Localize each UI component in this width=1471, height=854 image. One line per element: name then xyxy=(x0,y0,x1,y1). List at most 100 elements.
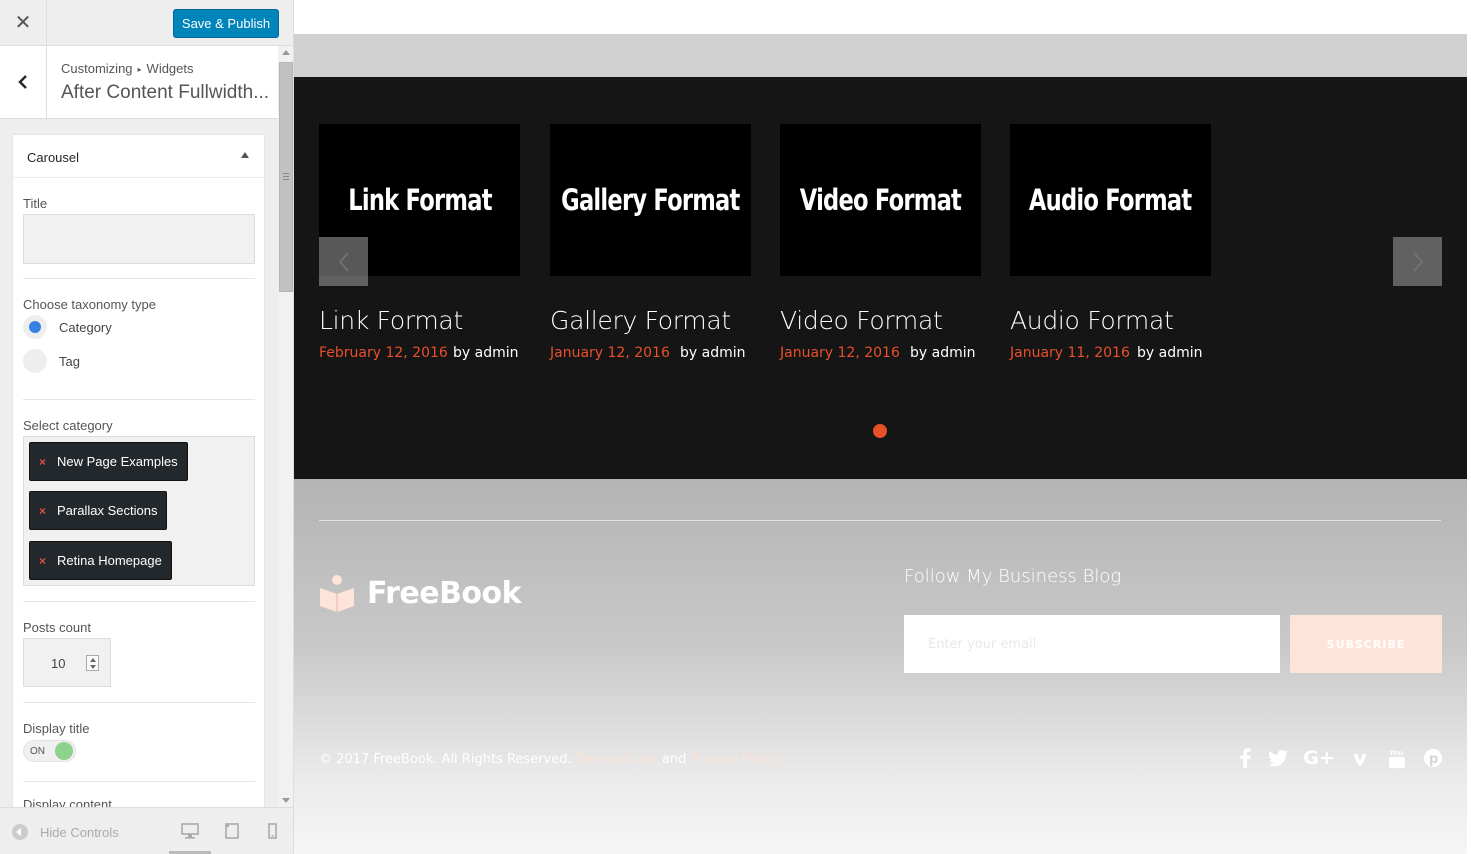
remove-icon[interactable]: × xyxy=(39,504,46,518)
facebook-icon[interactable] xyxy=(1234,747,1256,769)
carousel-next-button[interactable] xyxy=(1393,237,1442,286)
close-icon: ✕ xyxy=(14,12,32,34)
and-text: and xyxy=(661,752,687,767)
post-thumbnail[interactable]: Audio Format xyxy=(1010,124,1211,276)
post-author[interactable]: by admin xyxy=(1137,345,1203,361)
customizer-header: ✕ Save & Publish xyxy=(0,0,293,46)
remove-icon[interactable]: × xyxy=(39,455,46,469)
carousel-card[interactable]: Video Format Video Format January 12, 20… xyxy=(780,124,981,361)
email-input[interactable]: Enter your email xyxy=(904,615,1280,673)
post-meta: January 12, 2016 by admin xyxy=(780,345,981,361)
chip-label: Parallax Sections xyxy=(57,503,158,518)
vimeo-icon[interactable]: v xyxy=(1349,746,1371,770)
chip-label: New Page Examples xyxy=(57,454,178,469)
terms-link[interactable]: Terms of use xyxy=(576,752,658,767)
post-date[interactable]: January 12, 2016 xyxy=(550,345,670,361)
chevron-left-icon xyxy=(338,252,349,271)
title-input[interactable] xyxy=(23,214,255,264)
post-date[interactable]: January 12, 2016 xyxy=(780,345,900,361)
copyright-text: © 2017 FreeBook. All Rights Reserved. Te… xyxy=(319,752,779,767)
thumbnail-text: Video Format xyxy=(799,183,962,217)
site-footer: FreeBook Follow My Business Blog Enter y… xyxy=(294,479,1467,854)
spinner-arrows-icon[interactable] xyxy=(86,655,99,671)
logo-text: FreeBook xyxy=(367,575,522,611)
display-title-label: Display title xyxy=(23,721,90,736)
post-title[interactable]: Audio Format xyxy=(1010,306,1211,335)
divider xyxy=(23,702,255,703)
post-thumbnail[interactable]: Gallery Format xyxy=(550,124,751,276)
google-plus-icon[interactable]: G+ xyxy=(1303,747,1335,769)
breadcrumb-arrow-icon: ▸ xyxy=(137,65,142,75)
section-header: Customizing ▸ Widgets After Content Fullwi… xyxy=(0,46,278,119)
radio-label: Category xyxy=(59,319,112,335)
post-title[interactable]: Video Format xyxy=(780,306,981,335)
hide-controls-button[interactable]: Hide Controls xyxy=(12,824,119,840)
svg-text:You: You xyxy=(1388,749,1403,757)
post-date[interactable]: January 11, 2016 xyxy=(1010,345,1130,361)
display-title-toggle[interactable]: ON xyxy=(23,740,76,762)
post-meta: February 12, 2016 by admin xyxy=(319,345,520,361)
carousel-card[interactable]: Audio Format Audio Format January 11, 20… xyxy=(1010,124,1211,361)
post-author[interactable]: by admin xyxy=(910,345,976,361)
scroll-thumb[interactable] xyxy=(279,62,293,292)
radio-checked-icon[interactable] xyxy=(23,315,47,339)
carousel-widget: Carousel Title Choose taxonomy type Cate… xyxy=(12,134,265,807)
post-author[interactable]: by admin xyxy=(680,345,746,361)
post-date[interactable]: February 12, 2016 xyxy=(319,345,448,361)
desktop-icon[interactable] xyxy=(181,822,199,840)
remove-icon[interactable]: × xyxy=(39,554,46,568)
posts-count-value: 10 xyxy=(51,656,66,671)
carousel-prev-button[interactable] xyxy=(319,237,368,286)
category-label: Select category xyxy=(23,418,113,433)
thumbnail-text: Audio Format xyxy=(1029,183,1192,217)
privacy-link[interactable]: Privacy Policy xyxy=(691,752,780,767)
sidebar-scrollbar[interactable] xyxy=(278,46,293,807)
thumbnail-text: Link Format xyxy=(347,183,492,217)
book-logo-icon xyxy=(320,575,354,612)
post-title[interactable]: Link Format xyxy=(319,306,520,335)
divider xyxy=(319,520,1441,521)
posts-count-label: Posts count xyxy=(23,620,91,635)
widget-name: Carousel xyxy=(27,150,80,165)
subscribe-button[interactable]: SUBSCRIBE xyxy=(1290,615,1442,673)
widget-header[interactable]: Carousel xyxy=(13,135,264,178)
carousel-card[interactable]: Gallery Format Gallery Format January 12… xyxy=(550,124,751,361)
pinterest-icon[interactable]: p xyxy=(1422,747,1444,769)
post-meta: January 12, 2016 by admin xyxy=(550,345,751,361)
collapse-circle-icon xyxy=(12,824,28,840)
toggle-state: ON xyxy=(30,746,45,757)
category-select[interactable]: × New Page Examples × Parallax Sections … xyxy=(23,436,255,586)
scroll-down-icon[interactable] xyxy=(282,798,290,803)
carousel-dot-active[interactable] xyxy=(873,424,887,438)
post-title[interactable]: Gallery Format xyxy=(550,306,751,335)
thumbnail-text: Gallery Format xyxy=(561,183,740,217)
toggle-knob xyxy=(55,742,73,760)
radio-category[interactable]: Category xyxy=(23,315,112,339)
post-author[interactable]: by admin xyxy=(453,345,519,361)
scroll-up-icon[interactable] xyxy=(282,50,290,55)
posts-count-stepper[interactable]: 10 xyxy=(23,638,111,687)
carousel-section: Link Format Link Format February 12, 201… xyxy=(294,77,1467,479)
taxonomy-label: Choose taxonomy type xyxy=(23,297,156,312)
breadcrumb-section: Widgets xyxy=(146,61,194,76)
site-preview: Link Format Link Format February 12, 201… xyxy=(294,0,1471,854)
footer-logo[interactable]: FreeBook xyxy=(319,573,522,613)
collapse-arrow-icon[interactable] xyxy=(241,152,249,158)
divider xyxy=(319,707,1441,708)
hide-controls-label: Hide Controls xyxy=(40,824,119,840)
preview-top xyxy=(294,0,1467,34)
radio-unchecked-icon[interactable] xyxy=(23,349,47,373)
divider xyxy=(23,278,255,279)
title-label: Title xyxy=(23,196,48,211)
youtube-icon[interactable]: You xyxy=(1386,747,1408,769)
back-button[interactable] xyxy=(0,46,47,118)
save-publish-button[interactable]: Save & Publish xyxy=(173,9,279,38)
tablet-icon[interactable] xyxy=(223,822,241,840)
radio-tag[interactable]: Tag xyxy=(23,349,80,373)
close-customizer-button[interactable]: ✕ xyxy=(0,0,47,45)
mobile-icon[interactable] xyxy=(263,822,281,840)
post-thumbnail[interactable]: Video Format xyxy=(780,124,981,276)
category-chip: × Parallax Sections xyxy=(29,491,168,530)
section-title: After Content Fullwidth... xyxy=(61,82,270,103)
twitter-icon[interactable] xyxy=(1267,747,1289,769)
